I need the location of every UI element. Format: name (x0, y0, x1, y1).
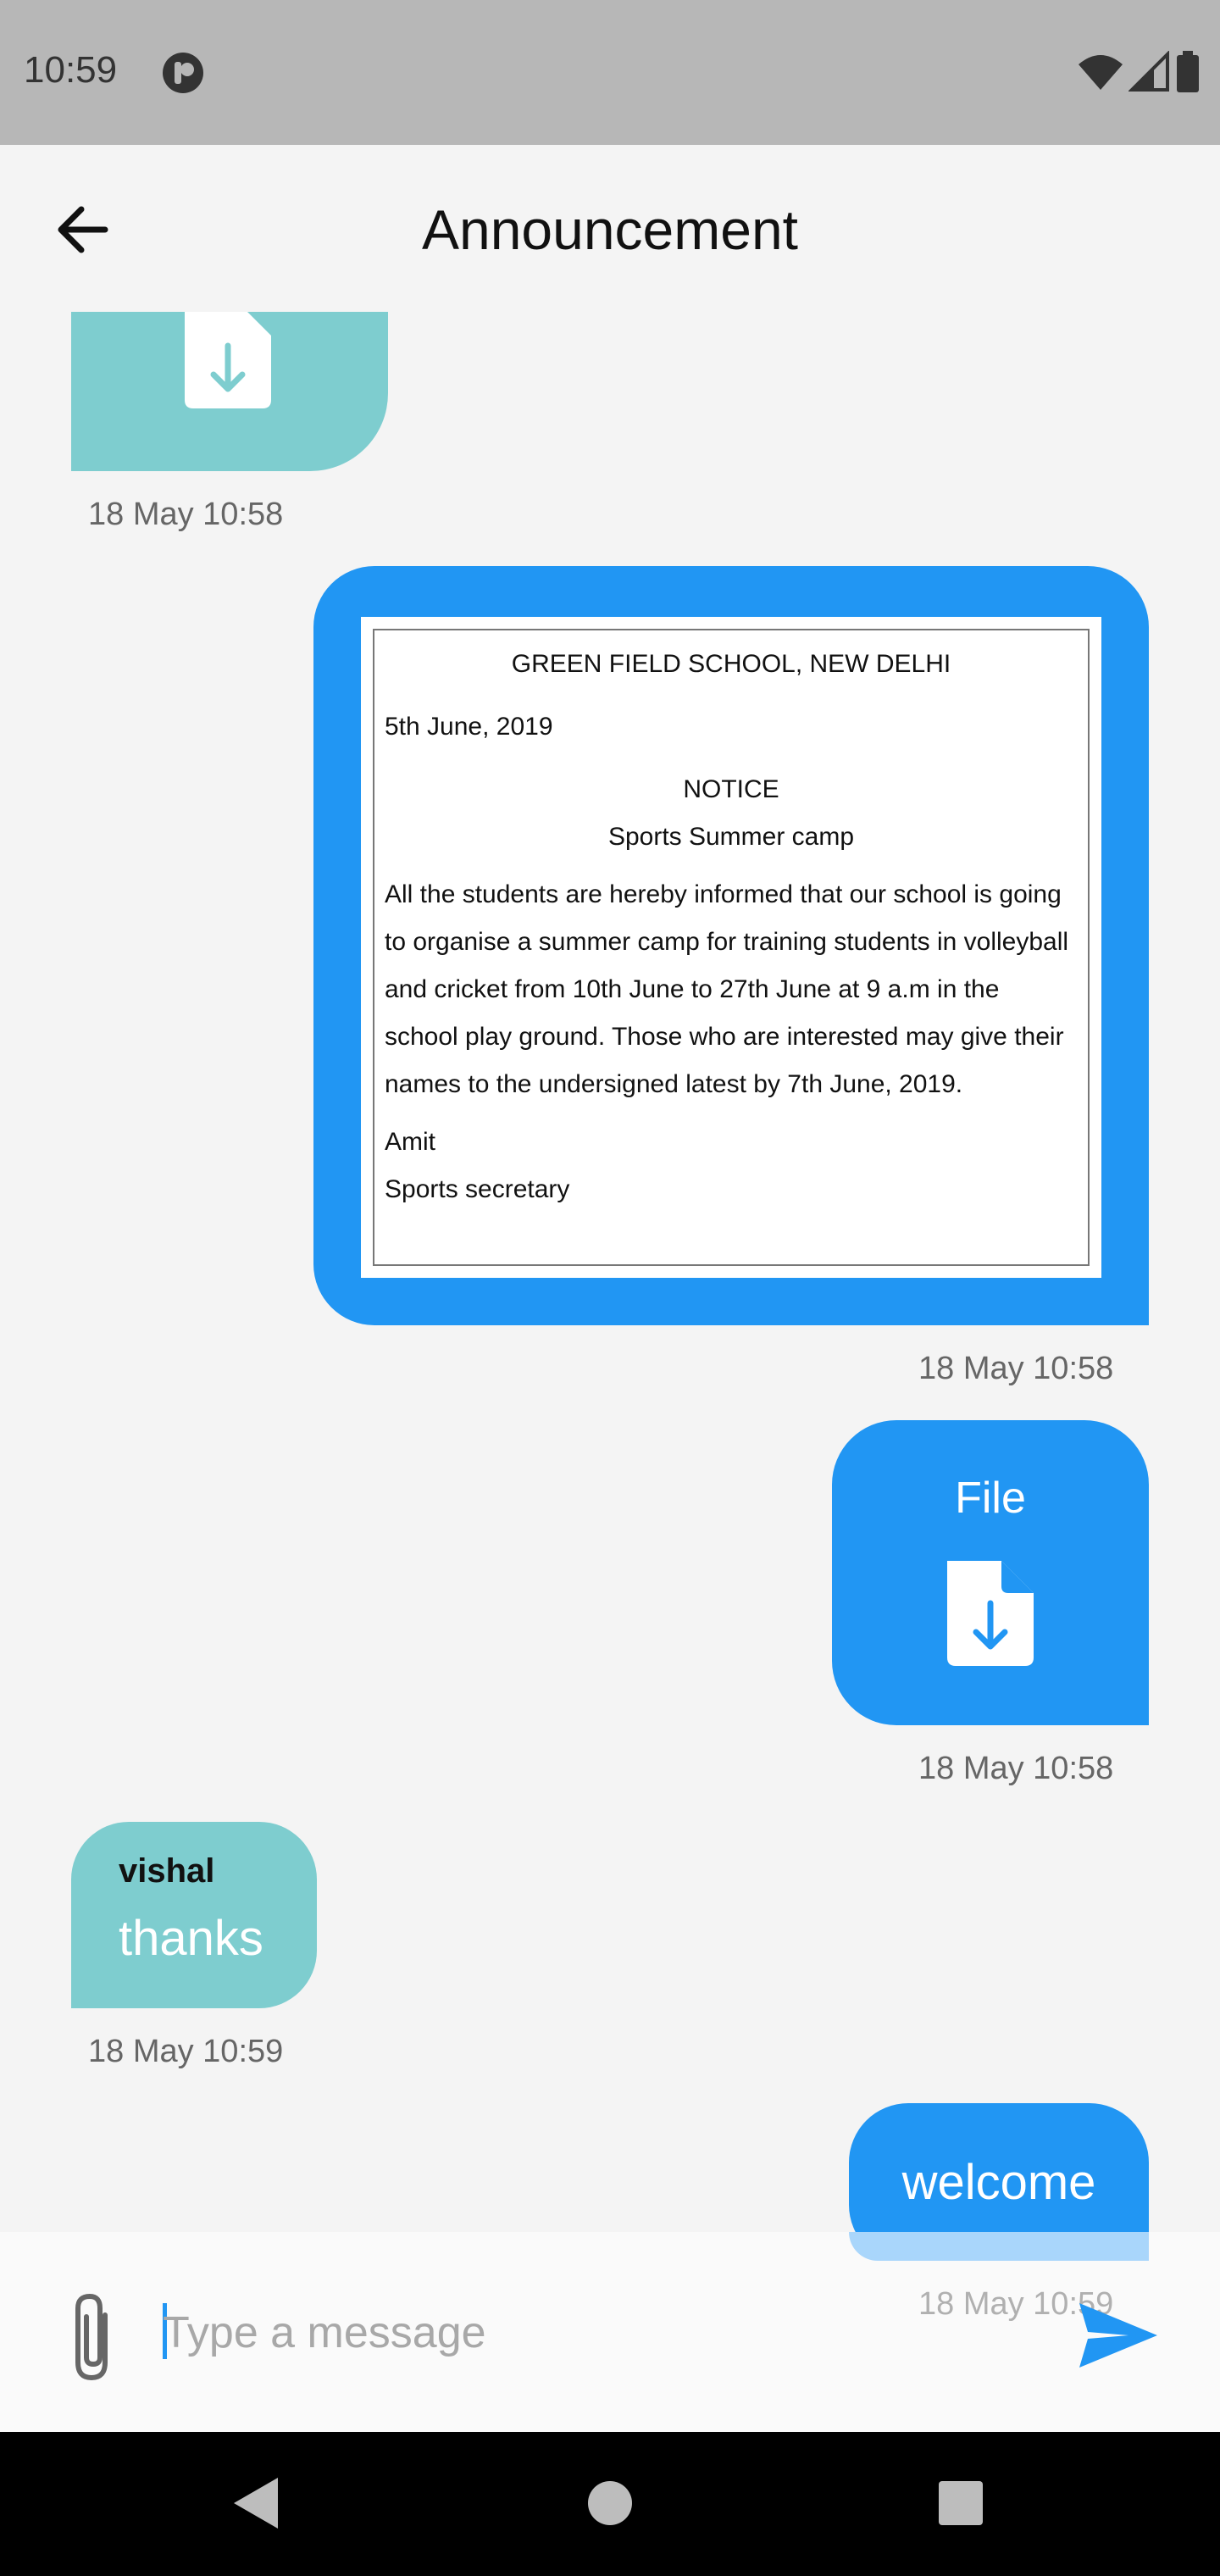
sender-name: vishal (119, 1852, 215, 1890)
notice-image[interactable]: GREEN FIELD SCHOOL, NEW DELHI 5th June, … (361, 617, 1101, 1278)
message-input-bar: 18 May 10:59 (0, 2232, 1220, 2432)
notice-signer: Amit (385, 1128, 435, 1156)
page-title: Announcement (422, 198, 798, 261)
system-nav-bar (0, 2432, 1220, 2576)
recents-square-icon[interactable] (935, 2474, 986, 2532)
outgoing-bubble-fade (849, 2232, 1149, 2261)
send-icon[interactable] (1078, 2300, 1159, 2371)
back-triangle-icon[interactable] (230, 2474, 281, 2532)
notice-content: GREEN FIELD SCHOOL, NEW DELHI 5th June, … (373, 629, 1090, 1266)
message-timestamp: 18 May 10:59 (88, 2034, 284, 2069)
notice-school: GREEN FIELD SCHOOL, NEW DELHI (511, 650, 951, 678)
message-timestamp: 18 May 10:58 (918, 1351, 1114, 1386)
notice-subject: Sports Summer camp (607, 823, 855, 851)
message-timestamp: 18 May 10:58 (88, 497, 284, 532)
message-timestamp: 18 May 10:58 (918, 1751, 1114, 1786)
outgoing-file-bubble[interactable]: File (832, 1420, 1149, 1725)
notice-date: 5th June, 2019 (385, 713, 553, 741)
battery-icon (1177, 51, 1199, 92)
notice-heading: NOTICE (683, 775, 779, 803)
notice-signer-role: Sports secretary (385, 1175, 570, 1203)
chat-area[interactable]: 18 May 10:58 GREEN FIELD SCHOOL, NEW DEL… (0, 312, 1220, 2232)
status-time: 10:59 (24, 49, 118, 91)
message-text: thanks (119, 1911, 263, 1966)
home-circle-icon[interactable] (585, 2474, 635, 2532)
notice-body: All the students are hereby informed tha… (385, 880, 1069, 1098)
app-bar: Announcement (0, 145, 1220, 314)
file-download-icon[interactable] (185, 312, 271, 410)
signal-icon (1128, 51, 1169, 92)
message-text: welcome (901, 2155, 1096, 2210)
wifi-icon (1079, 55, 1123, 90)
incoming-text-bubble[interactable]: vishal thanks (71, 1822, 317, 2008)
file-label: File (955, 1474, 1026, 1523)
paperclip-icon[interactable] (59, 2290, 127, 2383)
incoming-file-bubble[interactable] (71, 312, 388, 471)
status-icons (1077, 51, 1201, 95)
p-circle-icon (163, 53, 203, 93)
outgoing-text-bubble[interactable]: welcome (849, 2103, 1149, 2232)
message-input[interactable] (161, 2281, 1012, 2384)
file-download-icon[interactable] (947, 1561, 1034, 1668)
status-bar: 10:59 (0, 0, 1220, 145)
outgoing-image-bubble[interactable]: GREEN FIELD SCHOOL, NEW DELHI 5th June, … (313, 566, 1149, 1325)
